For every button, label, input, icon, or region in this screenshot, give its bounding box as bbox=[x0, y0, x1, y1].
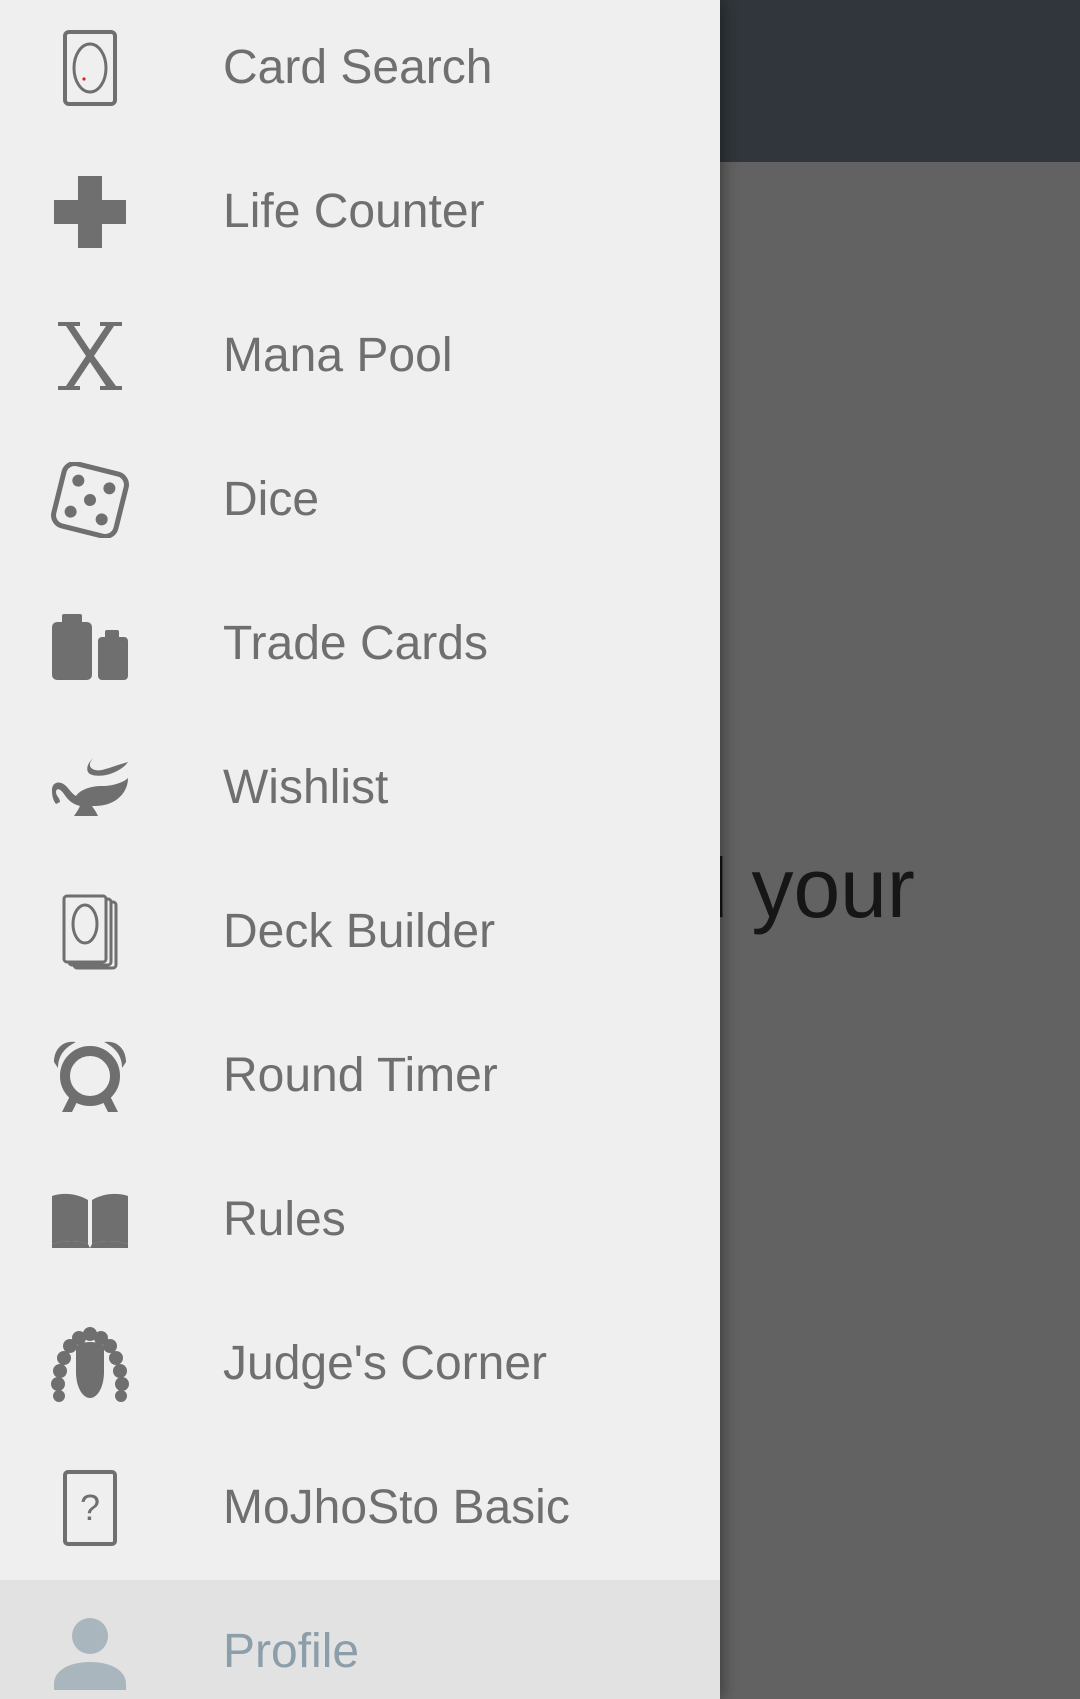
nav-item-dice[interactable]: Dice bbox=[0, 428, 720, 572]
question-card-icon: ? bbox=[50, 1470, 130, 1546]
x-mana-icon bbox=[50, 318, 130, 394]
judge-wig-icon bbox=[50, 1326, 130, 1402]
nav-item-wishlist[interactable]: Wishlist bbox=[0, 716, 720, 860]
nav-item-card-search[interactable]: Card Search bbox=[0, 0, 720, 140]
genie-lamp-icon bbox=[50, 750, 130, 826]
nav-item-trade-cards[interactable]: Trade Cards bbox=[0, 572, 720, 716]
nav-item-label: Life Counter bbox=[223, 185, 485, 238]
nav-item-label: Wishlist bbox=[223, 761, 389, 814]
nav-item-label: Profile bbox=[223, 1625, 360, 1678]
nav-item-mojhosto-basic[interactable]: ? MoJhoSto Basic bbox=[0, 1436, 720, 1580]
nav-item-round-timer[interactable]: Round Timer bbox=[0, 1004, 720, 1148]
book-icon bbox=[50, 1182, 130, 1258]
nav-item-rules[interactable]: Rules bbox=[0, 1148, 720, 1292]
alarm-clock-icon bbox=[50, 1038, 130, 1114]
navigation-drawer: Card Search Life Counter Mana Pool Dice … bbox=[0, 0, 720, 1699]
nav-item-life-counter[interactable]: Life Counter bbox=[0, 140, 720, 284]
plus-icon bbox=[50, 174, 130, 250]
nav-item-label: Deck Builder bbox=[223, 905, 496, 958]
nav-item-label: Round Timer bbox=[223, 1049, 498, 1102]
person-icon bbox=[50, 1614, 130, 1690]
nav-item-label: MoJhoSto Basic bbox=[223, 1481, 570, 1534]
nav-item-profile[interactable]: Profile bbox=[0, 1580, 720, 1699]
nav-item-label: Rules bbox=[223, 1193, 346, 1246]
nav-item-label: Dice bbox=[223, 473, 320, 526]
nav-item-deck-builder[interactable]: Deck Builder bbox=[0, 860, 720, 1004]
nav-item-label: Mana Pool bbox=[223, 329, 453, 382]
nav-item-label: Judge's Corner bbox=[223, 1337, 547, 1390]
nav-item-mana-pool[interactable]: Mana Pool bbox=[0, 284, 720, 428]
nav-item-label: Trade Cards bbox=[223, 617, 488, 670]
card-icon bbox=[50, 30, 130, 106]
card-stack-icon bbox=[50, 894, 130, 970]
nav-item-label: Card Search bbox=[223, 41, 493, 94]
weights-icon bbox=[50, 606, 130, 682]
dice-icon bbox=[50, 462, 130, 538]
nav-item-judges-corner[interactable]: Judge's Corner bbox=[0, 1292, 720, 1436]
svg-text:?: ? bbox=[80, 1487, 100, 1528]
